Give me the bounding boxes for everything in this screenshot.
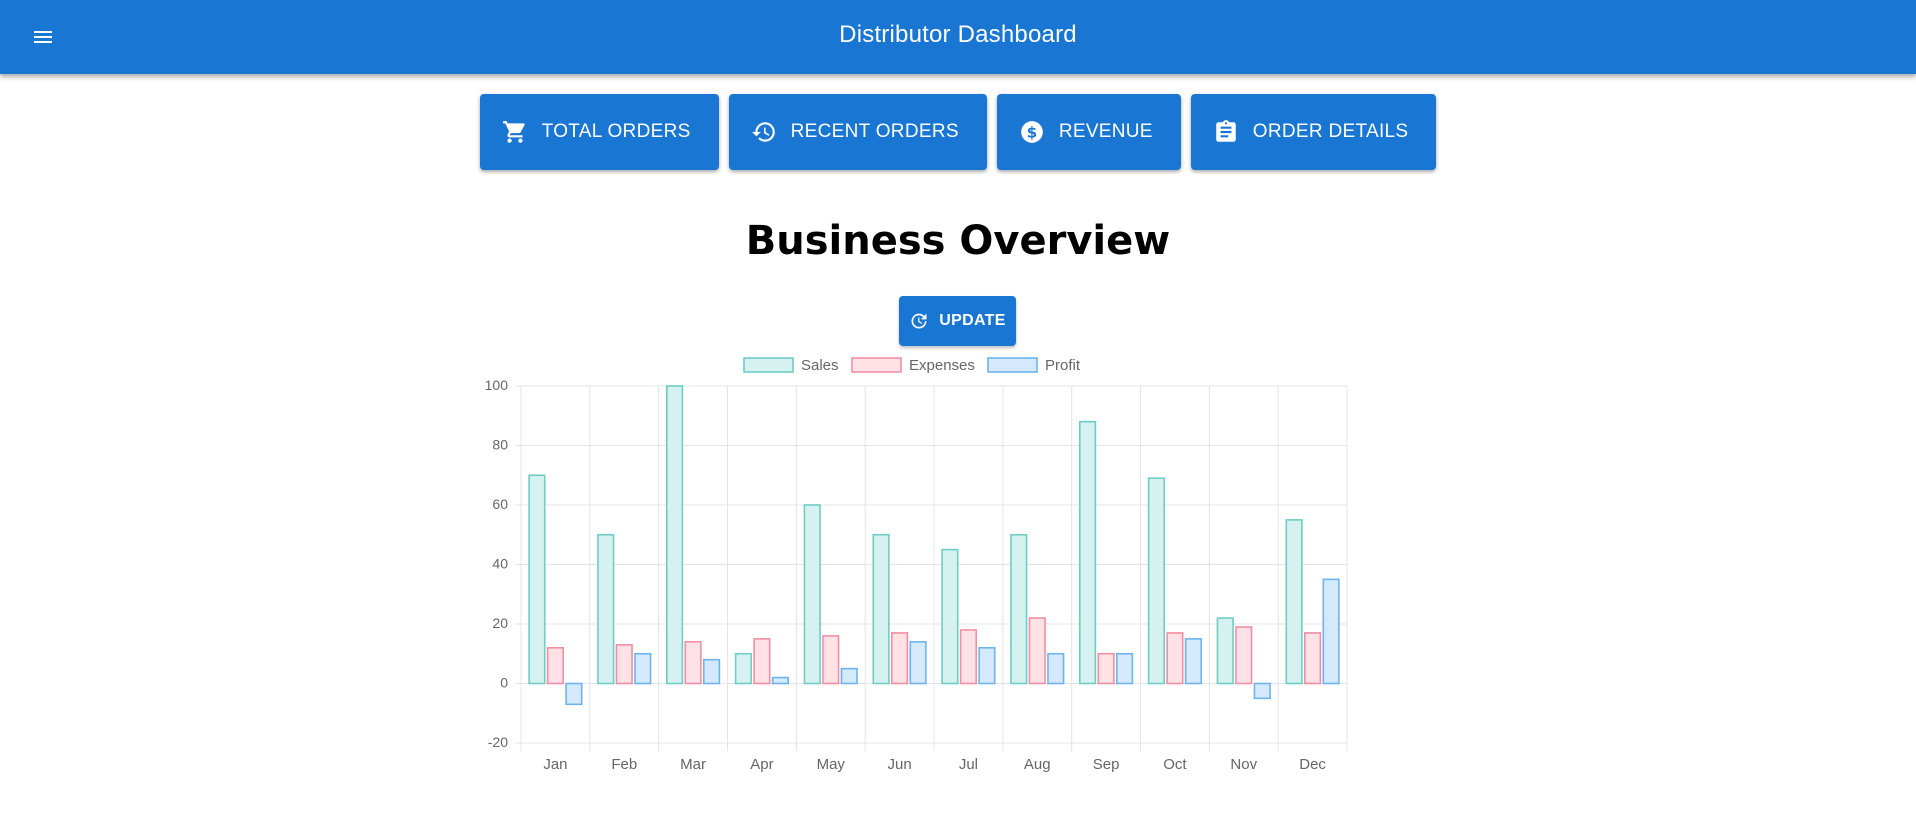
refresh-icon xyxy=(911,313,927,329)
total-orders-label: TOTAL ORDERS xyxy=(541,121,691,142)
y-tick-label: -20 xyxy=(488,734,508,750)
sales-bar xyxy=(1147,477,1166,685)
legend-swatch-expenses xyxy=(851,357,902,373)
profit-bar xyxy=(634,652,652,685)
legend-label-expenses: Expenses xyxy=(909,357,975,374)
sales-bar xyxy=(941,548,959,685)
profit-bar xyxy=(1322,578,1340,685)
sales-bar xyxy=(1010,533,1028,685)
y-tick-label: 40 xyxy=(492,556,508,572)
expenses-bar xyxy=(546,646,565,685)
nav-button-row: TOTAL ORDERS RECENT ORDERS $ REVENUE ORD… xyxy=(0,94,1916,170)
y-tick-label: 100 xyxy=(485,377,509,393)
cart-icon xyxy=(502,119,528,145)
app-bar: Distributor Dashboard xyxy=(0,0,1916,74)
app-title: Distributor Dashboard xyxy=(839,21,1077,48)
y-tick-label: 80 xyxy=(492,437,508,453)
order-details-button[interactable]: ORDER DETAILS xyxy=(1190,94,1437,170)
legend-label-profit: Profit xyxy=(1045,357,1081,374)
expenses-bar xyxy=(1235,626,1253,685)
x-tick-label: Oct xyxy=(1163,756,1187,773)
total-orders-button[interactable]: TOTAL ORDERS xyxy=(479,94,719,170)
x-tick-label: Feb xyxy=(611,756,637,773)
expenses-bar xyxy=(959,629,978,685)
profit-bar xyxy=(1115,652,1134,685)
x-tick-label: Dec xyxy=(1299,756,1326,773)
profit-bar xyxy=(771,676,790,685)
y-tick-label: 0 xyxy=(500,675,508,691)
expenses-bar xyxy=(1097,652,1115,685)
sales-bar xyxy=(1285,519,1303,685)
sales-bar xyxy=(1078,420,1097,685)
sales-bar xyxy=(528,474,546,685)
sales-bar xyxy=(734,652,753,685)
history-icon xyxy=(751,119,777,145)
profit-bar xyxy=(702,658,721,685)
svg-text:$: $ xyxy=(1026,123,1037,141)
profit-bar xyxy=(1184,638,1203,685)
sales-bar xyxy=(872,533,890,685)
profit-bar xyxy=(978,646,996,685)
expenses-bar xyxy=(684,641,702,685)
page-title: Business Overview xyxy=(745,218,1171,264)
order-details-label: ORDER DETAILS xyxy=(1252,121,1409,142)
expenses-bar xyxy=(753,638,771,685)
sales-bar xyxy=(803,504,821,685)
expenses-bar xyxy=(1303,632,1322,685)
expenses-bar xyxy=(822,635,840,685)
sales-bar xyxy=(1216,617,1234,685)
y-tick-label: 60 xyxy=(492,496,508,512)
profit-bar xyxy=(909,641,927,685)
profit-bar xyxy=(1047,652,1065,685)
clipboard-icon xyxy=(1213,119,1239,145)
x-tick-label: Aug xyxy=(1024,756,1051,773)
profit-bar xyxy=(1253,682,1271,700)
recent-orders-label: RECENT ORDERS xyxy=(790,121,959,142)
x-tick-label: Nov xyxy=(1230,756,1257,773)
profit-bar xyxy=(840,667,858,685)
revenue-button[interactable]: $ REVENUE xyxy=(996,94,1181,170)
expenses-bar xyxy=(1166,632,1184,685)
x-tick-label: Mar xyxy=(680,756,706,773)
x-tick-label: Sep xyxy=(1093,756,1120,773)
x-tick-label: May xyxy=(817,756,846,773)
business-overview-chart: 100 80 60 40 20 0 -20 Jan Feb Mar Apr May Jun Jul Aug S… xyxy=(485,357,1348,773)
update-button[interactable]: UPDATE xyxy=(899,296,1016,346)
legend-label-sales: Sales xyxy=(801,357,839,374)
x-tick-label: Jul xyxy=(959,756,978,773)
expenses-bar xyxy=(890,632,909,685)
recent-orders-button[interactable]: RECENT ORDERS xyxy=(728,94,987,170)
legend-swatch-sales xyxy=(743,357,794,373)
legend-swatch-profit xyxy=(987,357,1038,373)
sales-bar xyxy=(597,533,615,685)
expenses-bar xyxy=(615,644,633,685)
expenses-bar xyxy=(1028,617,1046,685)
x-tick-label: Jan xyxy=(543,756,567,773)
update-label: UPDATE xyxy=(939,312,1006,329)
x-tick-label: Jun xyxy=(887,756,911,773)
profit-bar xyxy=(565,682,583,706)
revenue-label: REVENUE xyxy=(1058,121,1153,142)
x-tick-label: Apr xyxy=(750,756,773,773)
y-tick-label: 20 xyxy=(492,615,508,631)
dollar-icon: $ xyxy=(1019,119,1045,145)
sales-bar xyxy=(665,385,684,685)
